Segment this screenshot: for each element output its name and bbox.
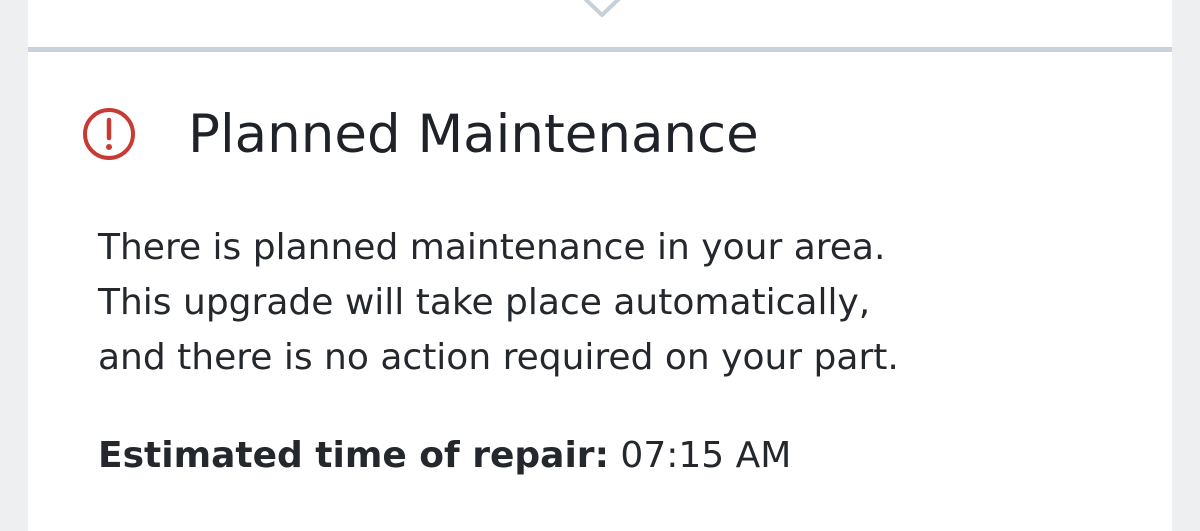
maintenance-card: Planned Maintenance There is planned mai… <box>28 0 1172 531</box>
notice-body: There is planned maintenance in your are… <box>98 220 1138 385</box>
repair-estimate: Estimated time of repair: 07:15 AM <box>98 428 791 483</box>
collapsible-header[interactable] <box>28 0 1172 47</box>
repair-time: 07:15 AM <box>620 435 792 476</box>
section-divider <box>28 47 1172 52</box>
exclamation-circle-icon <box>83 108 135 160</box>
repair-label: Estimated time of repair: <box>98 435 609 476</box>
notice-body-line: and there is no action required on your … <box>98 337 899 378</box>
chevron-down-icon[interactable] <box>576 0 628 18</box>
notice-body-line: There is planned maintenance in your are… <box>98 227 886 268</box>
notice-body-line: This upgrade will take place automatical… <box>98 282 871 323</box>
notice-title: Planned Maintenance <box>188 104 759 165</box>
